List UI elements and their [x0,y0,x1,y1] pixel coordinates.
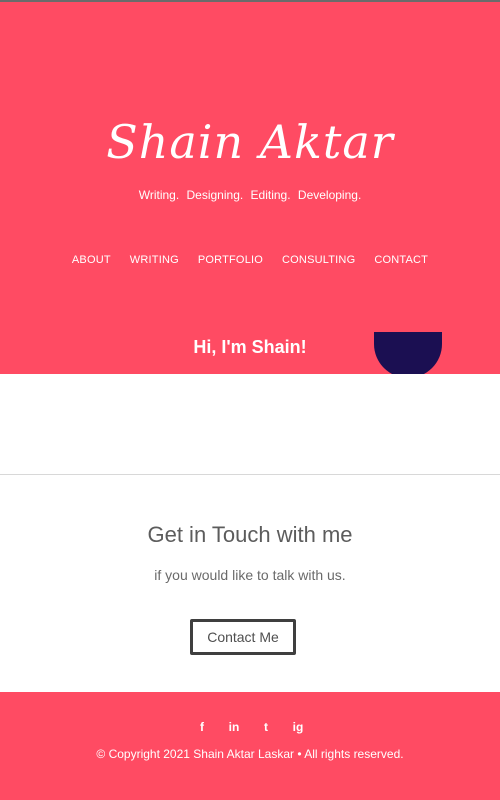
nav-item-consulting[interactable]: CONSULTING [282,254,355,266]
contact-title: Get in Touch with me [147,522,353,547]
facebook-icon[interactable]: f [195,720,209,734]
footer: f in t ig © Copyright 2021 Shain Aktar L… [0,692,500,800]
nav-item-contact[interactable]: CONTACT [374,254,428,266]
nav-item-portfolio[interactable]: PORTFOLIO [198,254,263,266]
linkedin-icon[interactable]: in [227,720,241,734]
site-title: Shain Aktar [106,115,394,169]
copyright-text: © Copyright 2021 Shain Aktar Laskar • Al… [96,747,404,761]
social-links: f in t ig [0,720,500,734]
main-nav: ABOUT WRITING PORTFOLIO CONSULTING CONTA… [0,254,500,266]
contact-subtitle: if you would like to talk with us. [154,567,346,583]
site-tagline: Writing. Designing. Editing. Developing. [138,188,362,202]
hero-section: Shain Aktar Writing. Designing. Editing.… [0,2,500,374]
twitter-icon[interactable]: t [259,720,273,734]
contact-me-button[interactable]: Contact Me [190,619,296,655]
hero-spacer [0,374,500,474]
section-divider [0,474,500,475]
nav-item-about[interactable]: ABOUT [72,254,111,266]
nav-item-writing[interactable]: WRITING [130,254,179,266]
instagram-icon[interactable]: ig [291,720,305,734]
